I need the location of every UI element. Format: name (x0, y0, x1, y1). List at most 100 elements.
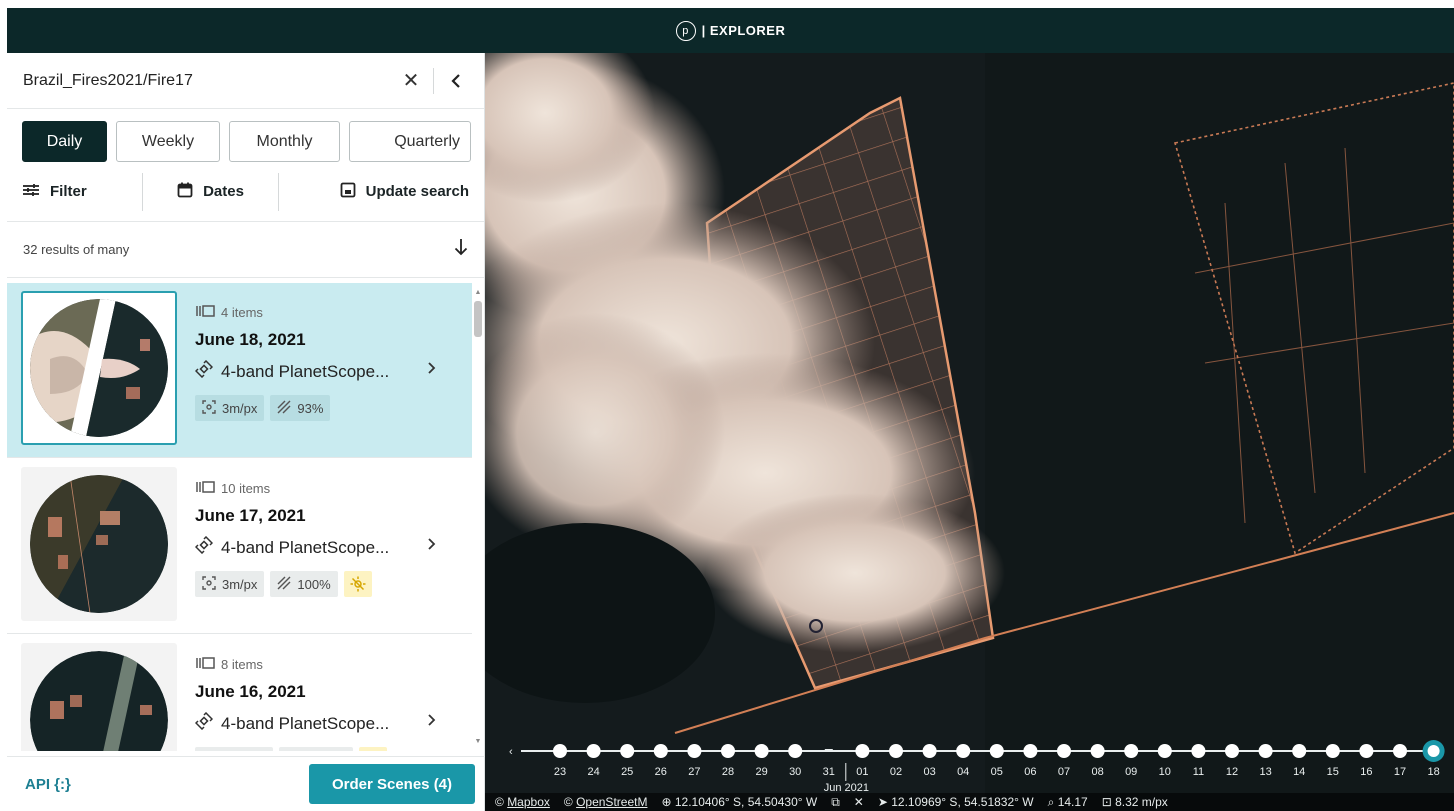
timeline-dot[interactable] (1258, 744, 1273, 758)
layers-icon (195, 481, 215, 496)
clear-icon[interactable]: ✕ (854, 795, 864, 809)
mapbox-attribution[interactable]: © Mapbox (495, 795, 550, 809)
timeline-dot[interactable] (1225, 744, 1239, 758)
items-count: 10 items (195, 481, 435, 496)
tab-weekly[interactable]: Weekly (116, 121, 220, 162)
timeline-day-label: 12 (1226, 766, 1238, 778)
scene-date: June 17, 2021 (195, 506, 306, 525)
api-link[interactable]: API {:} (25, 776, 309, 793)
scene-info: 8 items June 16, 2021 4-band PlanetScope… (194, 657, 435, 751)
timeline-dot[interactable] (1057, 744, 1071, 758)
satellite-icon (194, 711, 214, 735)
scene-metadata: 3m/px 100% (195, 571, 435, 597)
timeline-dot[interactable] (553, 744, 567, 758)
map-resolution: ⊡ 8.32 m/px (1101, 795, 1168, 809)
update-search-label: Update search (365, 183, 469, 200)
tab-daily[interactable]: Daily (22, 121, 107, 162)
timeline-dot[interactable] (1359, 744, 1374, 758)
timeline-day-label: 18 (1427, 766, 1439, 778)
timeline-dot[interactable] (721, 744, 735, 758)
timeline-dot[interactable] (922, 744, 937, 758)
items-count: 4 items (195, 305, 435, 320)
list-item[interactable]: 4 items June 18, 2021 4-band PlanetScope… (7, 283, 472, 458)
scroll-thumb[interactable] (474, 301, 482, 337)
timeline-dot[interactable] (653, 744, 668, 758)
scene-sensor: 4-band PlanetScope... (194, 711, 435, 735)
timeline-dot[interactable] (788, 744, 803, 758)
timeline-dot[interactable] (620, 744, 635, 758)
update-search-button[interactable]: Update search (279, 182, 469, 202)
timeline-dot[interactable] (687, 744, 702, 758)
layers-icon (195, 657, 215, 672)
list-item[interactable]: 8 items June 16, 2021 4-band PlanetScope… (7, 635, 472, 751)
sun-warning-icon (343, 571, 372, 597)
timeline-day-label: 02 (890, 766, 902, 778)
scene-info: 4 items June 18, 2021 4-band PlanetScope… (194, 305, 435, 421)
search-actions: Filter Dates Update search (7, 162, 484, 222)
top-header: p | EXPLORER (7, 8, 1454, 53)
results-scrollbar[interactable]: ▲ ▼ (473, 289, 483, 745)
timeline-day-label: 03 (923, 766, 935, 778)
timeline-dot[interactable] (1157, 744, 1172, 758)
timeline-day-label: 13 (1259, 766, 1271, 778)
map-view[interactable] (485, 53, 1454, 811)
copy-icon[interactable]: ⧉ (831, 795, 840, 810)
scene-thumbnail (21, 643, 177, 751)
timeline-dot[interactable] (754, 744, 769, 758)
results-summary: 32 results of many (7, 222, 484, 278)
app-title: | EXPLORER (701, 23, 786, 38)
timeline-dot[interactable] (586, 744, 601, 758)
resolution-chip: 3m/px (195, 395, 265, 421)
filter-button[interactable]: Filter (22, 183, 142, 201)
date-timeline[interactable]: ‹ 23 24 25 26 27 28 29 30 31 01 02 03 04 05 06 07 08 09 10 1… (485, 733, 1454, 794)
tab-quarterly[interactable]: Quarterly (349, 121, 471, 162)
timeline-dot[interactable] (956, 744, 971, 758)
hatch-icon (277, 576, 291, 593)
search-results-panel: Brazil_Fires2021/Fire17 ✕ Daily Weekly M… (7, 53, 485, 811)
timeline-day-label: 27 (688, 766, 700, 778)
scroll-down-icon[interactable]: ▼ (473, 738, 483, 745)
dates-button[interactable]: Dates (143, 182, 278, 202)
chevron-right-icon[interactable] (427, 359, 436, 380)
timeline-dot[interactable] (1325, 744, 1340, 758)
dates-label: Dates (203, 183, 244, 200)
timeline-dot[interactable] (1393, 744, 1407, 758)
timeline-dot[interactable] (1292, 744, 1307, 758)
cursor-coordinates: ⊕ 12.10406° S, 54.50430° W (661, 795, 818, 809)
focus-icon (202, 575, 216, 593)
scene-date: June 18, 2021 (195, 330, 306, 349)
timeline-day-label: 24 (587, 766, 599, 778)
scroll-up-icon[interactable]: ▲ (473, 289, 483, 296)
search-header: Brazil_Fires2021/Fire17 ✕ (7, 53, 484, 109)
coverage-chip: 100% (270, 571, 338, 597)
timeline-dot[interactable] (855, 744, 870, 758)
timeline-dot[interactable] (1124, 744, 1139, 758)
timeline-day-label: 31 (823, 766, 835, 778)
timeline-selected-dot[interactable] (1427, 745, 1440, 757)
results-list[interactable]: 4 items June 18, 2021 4-band PlanetScope… (7, 283, 485, 751)
timeline-day-label: 08 (1091, 766, 1103, 778)
arrow-down-icon[interactable] (454, 238, 468, 262)
brand[interactable]: p | EXPLORER (675, 20, 786, 41)
timeline-day-label: 04 (957, 766, 969, 778)
coverage-chip: 93% (270, 395, 331, 421)
timeline-dot[interactable] (989, 744, 1004, 758)
timeline-prev-icon[interactable]: ‹ (509, 746, 513, 758)
chevron-right-icon[interactable] (427, 535, 436, 556)
map-attribution: © Mapbox © OpenStreetM ⊕ 12.10406° S, 54… (485, 793, 1454, 811)
timeline-dot[interactable] (1090, 744, 1105, 758)
scene-metadata (195, 747, 435, 751)
list-item[interactable]: 10 items June 17, 2021 4-band PlanetScop… (7, 459, 472, 634)
chevron-right-icon[interactable] (427, 711, 436, 732)
chevron-left-icon[interactable] (442, 67, 470, 95)
order-scenes-button[interactable]: Order Scenes (4) (309, 764, 475, 804)
osm-attribution[interactable]: © OpenStreetM (564, 795, 648, 809)
timeline-dot[interactable] (889, 744, 903, 758)
close-icon[interactable]: ✕ (397, 67, 425, 95)
timeline-dot[interactable] (1023, 744, 1038, 758)
timeline-day-label: 11 (1193, 766, 1204, 778)
resolution-chip: 3m/px (195, 571, 265, 597)
timeline-day-label: 15 (1327, 766, 1339, 778)
timeline-dot[interactable] (1191, 744, 1206, 758)
tab-monthly[interactable]: Monthly (229, 121, 340, 162)
